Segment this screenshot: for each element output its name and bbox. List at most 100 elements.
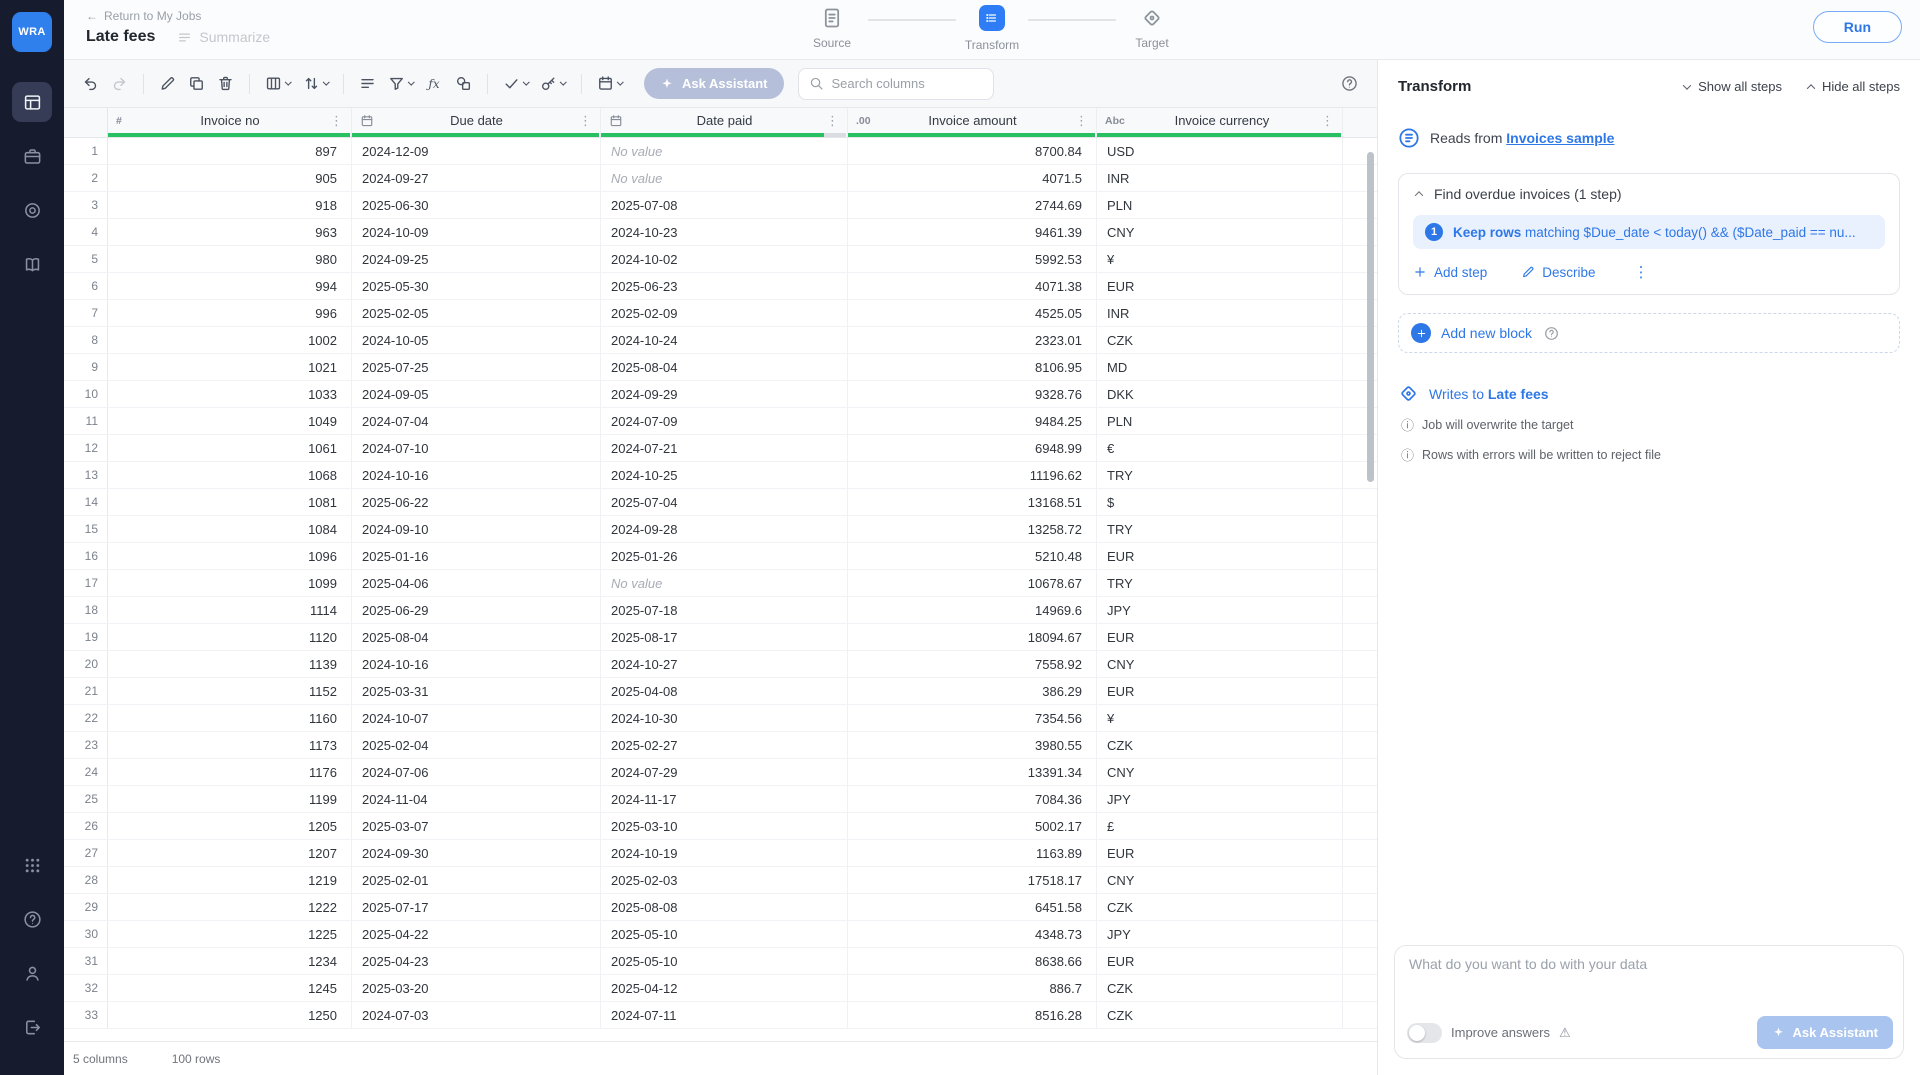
cell-invoice-no[interactable]: 1096 [108, 543, 352, 569]
sidebar-item-transform-table[interactable] [12, 82, 52, 122]
cell-date-paid[interactable]: 2024-09-28 [601, 516, 848, 542]
cell-invoice-no[interactable]: 1114 [108, 597, 352, 623]
cell-invoice-currency[interactable]: EUR [1097, 678, 1343, 704]
app-logo[interactable]: WRA [12, 12, 52, 52]
cell-invoice-currency[interactable]: CNY [1097, 759, 1343, 785]
cell-invoice-no[interactable]: 963 [108, 219, 352, 245]
cell-invoice-no[interactable]: 1152 [108, 678, 352, 704]
cell-due-date[interactable]: 2025-03-20 [352, 975, 601, 1001]
cell-date-paid[interactable]: 2024-10-02 [601, 246, 848, 272]
cell-invoice-currency[interactable]: TRY [1097, 570, 1343, 596]
cell-date-paid[interactable]: 2025-07-04 [601, 489, 848, 515]
cell-invoice-amount[interactable]: 14969.6 [848, 597, 1097, 623]
cell-due-date[interactable]: 2025-03-31 [352, 678, 601, 704]
cell-date-paid[interactable]: 2024-10-24 [601, 327, 848, 353]
cell-date-paid[interactable]: 2024-07-09 [601, 408, 848, 434]
calendar-button[interactable] [591, 69, 629, 99]
column-header-invoice-no[interactable]: #Invoice no⋮ [108, 108, 352, 137]
trash-button[interactable] [211, 69, 240, 99]
cell-invoice-currency[interactable]: CZK [1097, 894, 1343, 920]
sidebar-item-user[interactable] [12, 953, 52, 993]
cell-due-date[interactable]: 2025-04-23 [352, 948, 601, 974]
cell-invoice-no[interactable]: 1176 [108, 759, 352, 785]
cell-invoice-currency[interactable]: ¥ [1097, 246, 1343, 272]
describe-button[interactable]: Describe [1521, 265, 1595, 280]
cell-due-date[interactable]: 2025-04-22 [352, 921, 601, 947]
cell-invoice-currency[interactable]: EUR [1097, 543, 1343, 569]
cell-date-paid[interactable]: 2025-07-18 [601, 597, 848, 623]
cell-due-date[interactable]: 2025-07-17 [352, 894, 601, 920]
cell-date-paid[interactable]: 2024-09-29 [601, 381, 848, 407]
cell-invoice-no[interactable]: 1002 [108, 327, 352, 353]
cell-due-date[interactable]: 2024-07-03 [352, 1002, 601, 1028]
cell-due-date[interactable]: 2025-02-05 [352, 300, 601, 326]
cell-invoice-no[interactable]: 897 [108, 138, 352, 164]
cell-invoice-amount[interactable]: 8700.84 [848, 138, 1097, 164]
cell-invoice-currency[interactable]: PLN [1097, 192, 1343, 218]
column-header-invoice-amount[interactable]: .00Invoice amount⋮ [848, 108, 1097, 137]
cell-invoice-amount[interactable]: 886.7 [848, 975, 1097, 1001]
cell-date-paid[interactable]: No value [601, 570, 848, 596]
return-to-jobs-link[interactable]: ← Return to My Jobs [86, 9, 201, 23]
cell-due-date[interactable]: 2025-03-07 [352, 813, 601, 839]
cell-invoice-no[interactable]: 918 [108, 192, 352, 218]
stepper-target[interactable]: Target [1116, 7, 1188, 50]
cell-invoice-no[interactable]: 1225 [108, 921, 352, 947]
cell-invoice-amount[interactable]: 5992.53 [848, 246, 1097, 272]
cell-due-date[interactable]: 2025-02-04 [352, 732, 601, 758]
cell-due-date[interactable]: 2025-06-29 [352, 597, 601, 623]
cell-invoice-currency[interactable]: EUR [1097, 624, 1343, 650]
cell-date-paid[interactable]: 2025-02-27 [601, 732, 848, 758]
cell-date-paid[interactable]: No value [601, 165, 848, 191]
question-circle-icon[interactable] [1544, 326, 1559, 341]
cell-invoice-amount[interactable]: 4525.05 [848, 300, 1097, 326]
cell-invoice-currency[interactable]: PLN [1097, 408, 1343, 434]
ask-assistant-button[interactable]: Ask Assistant [1757, 1016, 1894, 1049]
cell-invoice-no[interactable]: 1234 [108, 948, 352, 974]
cell-invoice-no[interactable]: 1199 [108, 786, 352, 812]
cell-invoice-currency[interactable]: £ [1097, 813, 1343, 839]
cell-due-date[interactable]: 2025-01-16 [352, 543, 601, 569]
cell-invoice-amount[interactable]: 13258.72 [848, 516, 1097, 542]
fx-button[interactable]: ƒx [420, 69, 449, 99]
ask-assistant-toolbar-button[interactable]: Ask Assistant [644, 68, 784, 99]
vertical-scrollbar[interactable] [1367, 152, 1374, 482]
cell-invoice-currency[interactable]: USD [1097, 138, 1343, 164]
add-block-button[interactable] [1411, 323, 1431, 343]
add-step-button[interactable]: Add step [1413, 265, 1487, 280]
cell-invoice-amount[interactable]: 9484.25 [848, 408, 1097, 434]
cell-invoice-amount[interactable]: 386.29 [848, 678, 1097, 704]
cell-date-paid[interactable]: 2025-01-26 [601, 543, 848, 569]
cell-invoice-amount[interactable]: 13168.51 [848, 489, 1097, 515]
column-menu-button[interactable]: ⋮ [577, 113, 594, 129]
block-menu-button[interactable]: ⋮ [1630, 263, 1653, 281]
cell-invoice-currency[interactable]: DKK [1097, 381, 1343, 407]
cell-invoice-no[interactable]: 1068 [108, 462, 352, 488]
cell-invoice-amount[interactable]: 10678.67 [848, 570, 1097, 596]
shapes-button[interactable] [449, 69, 478, 99]
cell-invoice-no[interactable]: 1245 [108, 975, 352, 1001]
cell-invoice-currency[interactable]: CZK [1097, 327, 1343, 353]
cell-invoice-amount[interactable]: 2744.69 [848, 192, 1097, 218]
cell-invoice-currency[interactable]: INR [1097, 300, 1343, 326]
cell-invoice-amount[interactable]: 13391.34 [848, 759, 1097, 785]
cell-due-date[interactable]: 2024-11-04 [352, 786, 601, 812]
cell-due-date[interactable]: 2024-09-10 [352, 516, 601, 542]
cell-invoice-currency[interactable]: CNY [1097, 867, 1343, 893]
cell-due-date[interactable]: 2025-08-04 [352, 624, 601, 650]
sidebar-item-target[interactable] [12, 190, 52, 230]
cell-invoice-amount[interactable]: 18094.67 [848, 624, 1097, 650]
cell-due-date[interactable]: 2025-04-06 [352, 570, 601, 596]
cell-invoice-currency[interactable]: CNY [1097, 651, 1343, 677]
cell-due-date[interactable]: 2024-07-06 [352, 759, 601, 785]
cell-invoice-no[interactable]: 1139 [108, 651, 352, 677]
cell-invoice-amount[interactable]: 8106.95 [848, 354, 1097, 380]
help-button[interactable] [1335, 70, 1363, 98]
cell-invoice-amount[interactable]: 5002.17 [848, 813, 1097, 839]
cell-date-paid[interactable]: 2025-04-12 [601, 975, 848, 1001]
run-button[interactable]: Run [1813, 11, 1902, 43]
cell-invoice-currency[interactable]: CZK [1097, 975, 1343, 1001]
cell-due-date[interactable]: 2024-09-05 [352, 381, 601, 407]
cell-invoice-currency[interactable]: EUR [1097, 948, 1343, 974]
cell-invoice-amount[interactable]: 9328.76 [848, 381, 1097, 407]
